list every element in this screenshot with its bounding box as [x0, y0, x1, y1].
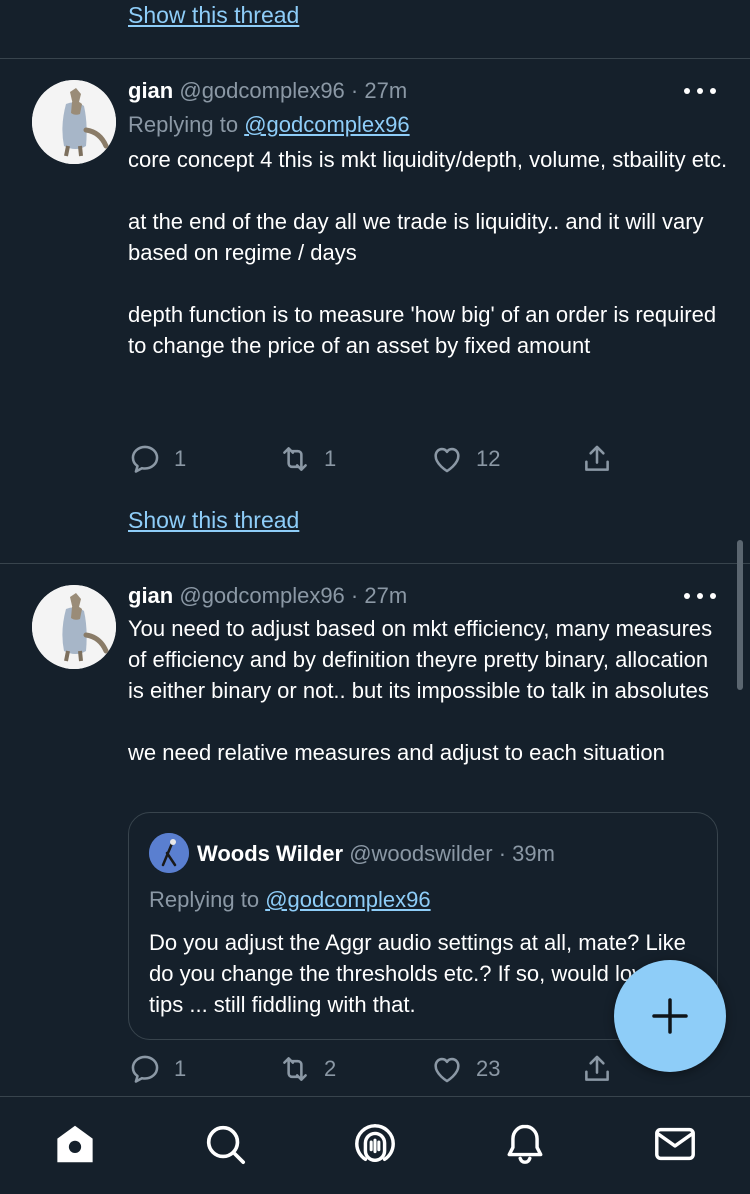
like-icon	[434, 1057, 460, 1083]
tweet-actions: 1 1 12	[128, 442, 628, 476]
replying-to-link[interactable]: @godcomplex96	[244, 112, 409, 137]
avatar[interactable]	[32, 585, 116, 669]
like-count: 23	[476, 1056, 501, 1081]
reply-button[interactable]: 1	[128, 1052, 186, 1086]
tweet-paragraph: You need to adjust based on mkt efficien…	[128, 616, 713, 703]
tweet-paragraph: core concept 4 this is mkt liquidity/dep…	[128, 147, 728, 172]
reply-icon	[131, 445, 159, 473]
nav-messages[interactable]	[650, 1119, 700, 1169]
like-button[interactable]: 12	[430, 442, 500, 476]
nav-spaces[interactable]	[350, 1119, 400, 1169]
tweet-paragraph: we need relative measures and adjust to …	[128, 740, 665, 765]
retweet-icon	[283, 1057, 307, 1081]
separator: ·	[344, 78, 365, 103]
plus-icon	[652, 998, 688, 1034]
divider	[0, 563, 750, 564]
separator: ·	[492, 841, 513, 866]
nav-notifications[interactable]	[500, 1119, 550, 1169]
more-options-icon[interactable]	[684, 591, 716, 601]
retweet-button[interactable]: 1	[278, 442, 336, 476]
show-thread-link[interactable]: Show this thread	[128, 505, 299, 535]
nav-search[interactable]	[200, 1119, 250, 1169]
author-name[interactable]: gian	[128, 583, 173, 608]
author-handle[interactable]: @godcomplex96	[179, 583, 344, 608]
quote-avatar[interactable]	[149, 833, 189, 873]
scrollbar[interactable]	[737, 540, 743, 690]
spaces-icon	[355, 1124, 395, 1163]
reply-icon	[131, 1055, 159, 1083]
like-icon	[434, 447, 460, 473]
quote-author-handle[interactable]: @woodswilder	[349, 841, 492, 866]
like-count: 12	[476, 446, 501, 471]
share-icon	[585, 1055, 609, 1081]
retweet-count: 1	[324, 446, 337, 471]
reply-count: 1	[174, 1056, 187, 1081]
author-handle[interactable]: @godcomplex96	[179, 78, 344, 103]
retweet-icon	[283, 447, 307, 471]
author-name[interactable]: gian	[128, 78, 173, 103]
separator: ·	[344, 583, 365, 608]
share-button[interactable]	[580, 1052, 614, 1086]
replying-to-link[interactable]: @godcomplex96	[265, 887, 430, 912]
retweet-button[interactable]: 2	[278, 1052, 336, 1086]
tweet-paragraph: depth function is to measure 'how big' o…	[128, 302, 717, 358]
notifications-icon	[507, 1124, 543, 1164]
share-icon	[585, 445, 609, 471]
search-icon	[206, 1125, 246, 1165]
nav-home[interactable]	[50, 1119, 100, 1169]
tweet-paragraph: at the end of the day all we trade is li…	[128, 209, 704, 265]
timestamp[interactable]: 27m	[364, 78, 407, 103]
retweet-count: 2	[324, 1056, 337, 1081]
quote-timestamp[interactable]: 39m	[512, 841, 555, 866]
like-button[interactable]: 23	[430, 1052, 500, 1086]
replying-to-label: Replying to	[149, 887, 266, 912]
avatar[interactable]	[32, 80, 116, 164]
replying-to-label: Replying to	[128, 112, 245, 137]
show-thread-link[interactable]: Show this thread	[128, 0, 299, 30]
timestamp[interactable]: 27m	[364, 583, 407, 608]
tweet-actions: 1 2 23	[128, 1052, 628, 1086]
quote-author-name[interactable]: Woods Wilder	[197, 841, 343, 866]
tweet-text: core concept 4 this is mkt liquidity/dep…	[128, 144, 728, 361]
more-options-icon[interactable]	[684, 86, 716, 96]
divider	[0, 58, 750, 59]
share-button[interactable]	[580, 442, 614, 476]
bottom-nav	[0, 1096, 750, 1194]
reply-button[interactable]: 1	[128, 442, 186, 476]
tweet-text: You need to adjust based on mkt efficien…	[128, 613, 728, 768]
compose-tweet-button[interactable]	[614, 960, 726, 1072]
home-icon	[57, 1125, 93, 1163]
reply-count: 1	[174, 446, 187, 471]
messages-icon	[655, 1127, 695, 1161]
